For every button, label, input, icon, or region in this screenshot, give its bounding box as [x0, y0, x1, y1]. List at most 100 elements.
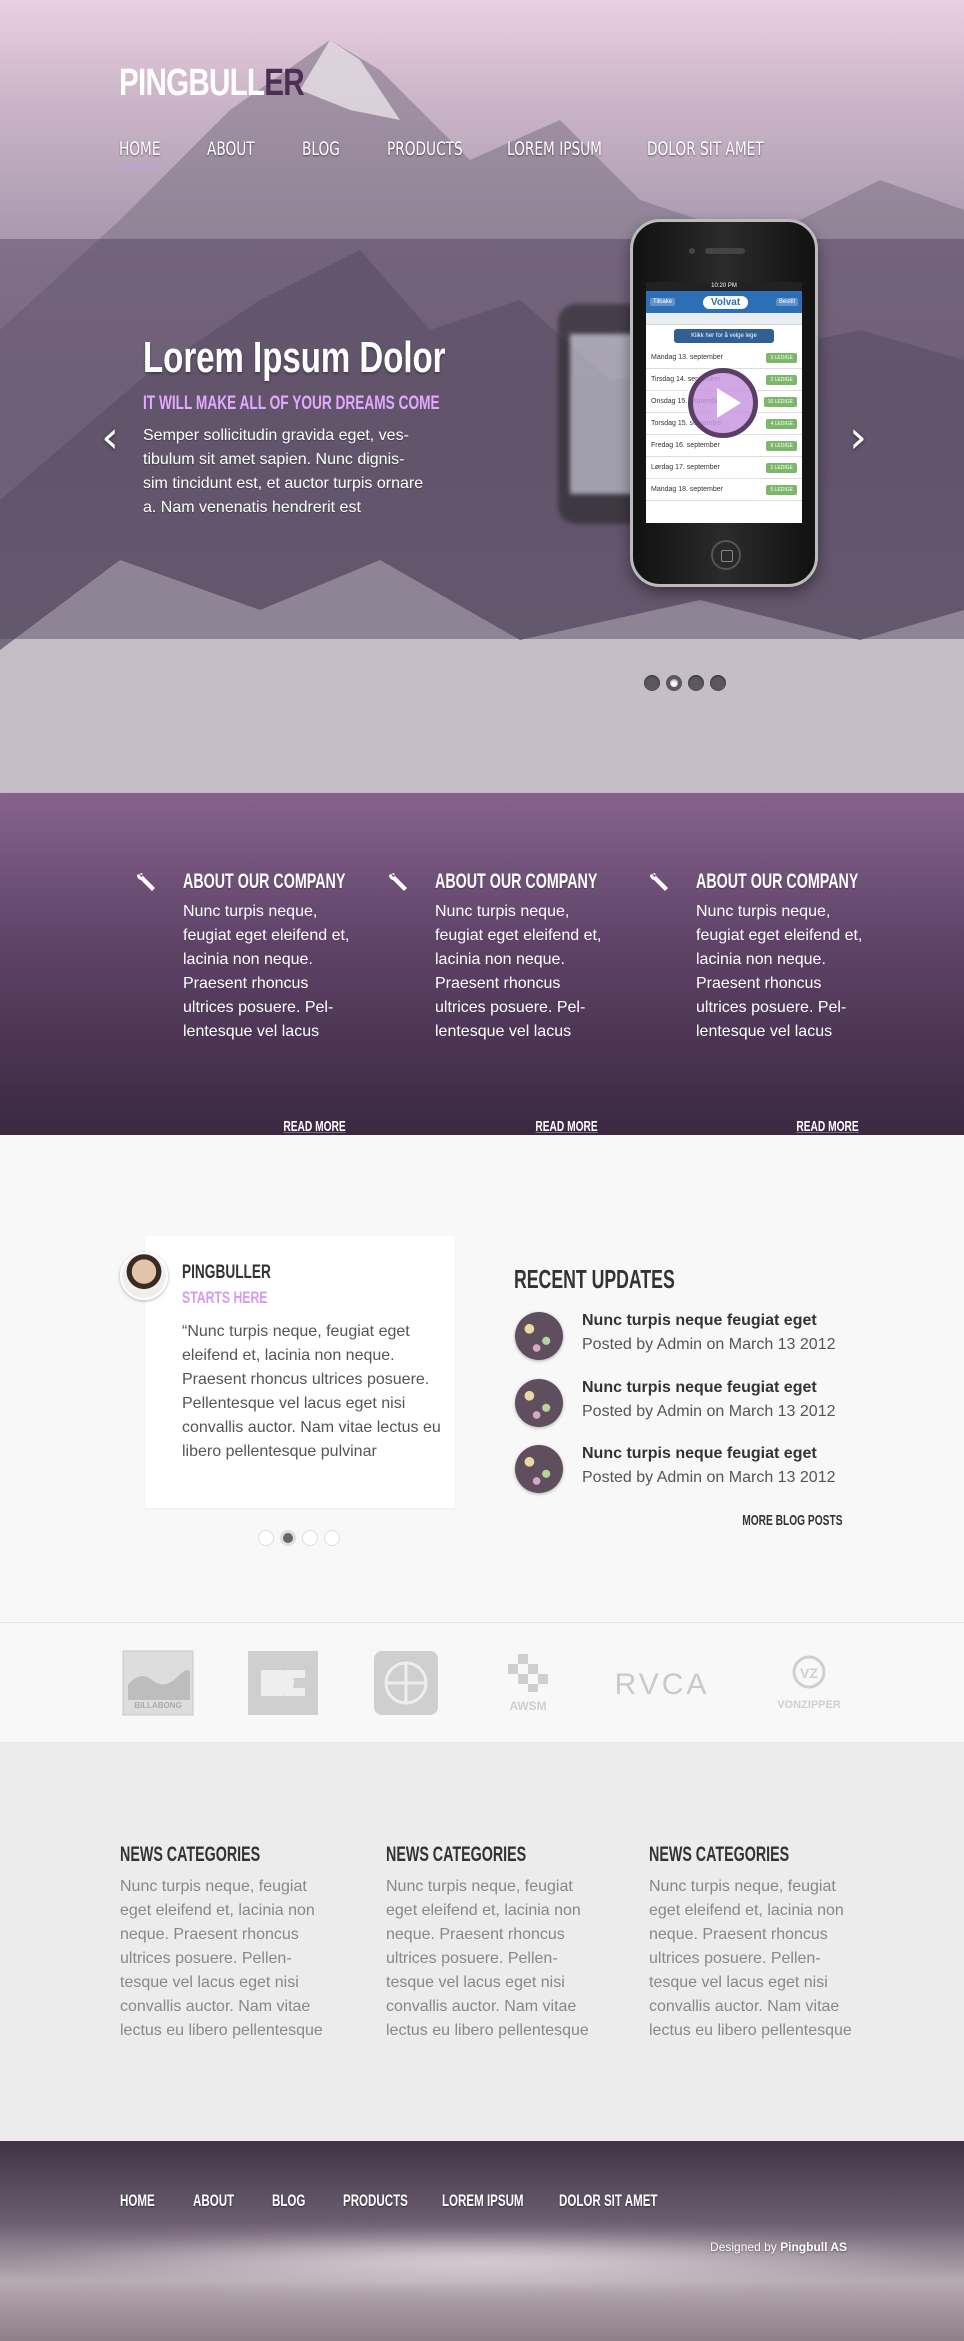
- news-title[interactable]: NEWS CATEGORIES: [120, 1843, 270, 1867]
- update-thumbnail[interactable]: [515, 1379, 563, 1427]
- phone-row-tag: 10 LEDIGE: [763, 396, 797, 407]
- chevron-right-icon[interactable]: ›: [843, 416, 873, 460]
- nav-item-dolor-sit-amet[interactable]: DOLOR SIT AMET: [647, 138, 764, 160]
- nav-item-blog[interactable]: BLOG: [302, 138, 340, 160]
- credit-name[interactable]: Pingbull AS: [780, 2240, 847, 2254]
- recent-updates-title: RECENT UPDATES: [514, 1264, 675, 1294]
- nav-item-home[interactable]: HOME: [119, 138, 161, 160]
- vonzipper-logo[interactable]: VZ VONZIPPER: [766, 1650, 852, 1716]
- footer-nav-blog[interactable]: BLOG: [272, 2191, 305, 2211]
- testimonial-dots: [258, 1530, 340, 1546]
- awsm-logo[interactable]: AWSM: [500, 1650, 556, 1716]
- nav-item-products[interactable]: PRODUCTS: [387, 138, 463, 160]
- phone-row-tag: 8 LEDIGE: [766, 440, 797, 451]
- news-title[interactable]: NEWS CATEGORIES: [386, 1843, 536, 1867]
- update-title[interactable]: Nunc turpis neque feugiat eget: [582, 1312, 817, 1330]
- read-more-link[interactable]: READ MORE: [284, 1118, 346, 1135]
- phone-row-label: Mandag 13. september: [651, 354, 723, 361]
- wrench-icon: [136, 873, 155, 891]
- features-section: ABOUT OUR COMPANY Nunc turpis neque, feu…: [0, 793, 964, 1135]
- feature-title: ABOUT OUR COMPANY: [435, 870, 598, 893]
- phone-back-btn: Tilbake: [650, 298, 676, 306]
- news-text: Nunc turpis neque, feugiat eget eleifend…: [120, 1878, 323, 2039]
- feature-block: ABOUT OUR COMPANY Nunc turpis neque, feu…: [136, 870, 358, 1135]
- feature-text: Nunc turpis neque, feugiat eget eleifend…: [696, 903, 863, 1040]
- testimonial-dot[interactable]: [302, 1530, 318, 1546]
- slide-subtitle: IT WILL MAKE ALL OF YOUR DREAMS COME: [143, 393, 440, 414]
- phone-select-btn: Klikk her for å velge lege: [674, 329, 774, 343]
- svg-text:VZ: VZ: [800, 1665, 818, 1681]
- rvca-logo[interactable]: RVCA: [608, 1650, 716, 1716]
- update-thumbnail[interactable]: [515, 1312, 563, 1360]
- footer-nav-about[interactable]: ABOUT: [193, 2191, 234, 2211]
- dc-logo[interactable]: [247, 1650, 319, 1716]
- phone-list-row: Mandag 18. september 5 LEDIGE: [646, 479, 802, 501]
- feature-title: ABOUT OUR COMPANY: [183, 870, 346, 893]
- update-title[interactable]: Nunc turpis neque feugiat eget: [582, 1379, 817, 1397]
- news-section: NEWS CATEGORIES Nunc turpis neque, feugi…: [0, 1743, 964, 2141]
- slide-text: Semper sollicitudin gravida eget, ves- t…: [143, 427, 424, 516]
- news-column: NEWS CATEGORIES Nunc turpis neque, feugi…: [386, 1843, 606, 2043]
- testimonial-dot[interactable]: [324, 1530, 340, 1546]
- feature-text: Nunc turpis neque, feugiat eget eleifend…: [435, 903, 602, 1040]
- news-text: Nunc turpis neque, feugiat eget eleifend…: [649, 1878, 852, 2039]
- testimonial-dot-active[interactable]: [280, 1530, 296, 1546]
- nav-item-about[interactable]: ABOUT: [207, 138, 255, 160]
- slider-dot-active[interactable]: [666, 675, 682, 691]
- element-logo[interactable]: [373, 1650, 439, 1716]
- phone-row-label: Fredag 16. september: [651, 442, 720, 449]
- wrench-icon: [388, 873, 407, 891]
- phone-brand: Volvat: [702, 295, 749, 309]
- play-icon[interactable]: [688, 368, 758, 438]
- phone-time: 10:20 PM: [646, 282, 802, 291]
- news-column: NEWS CATEGORIES Nunc turpis neque, feugi…: [120, 1843, 340, 2043]
- phone-list-row: Fredag 16. september 8 LEDIGE: [646, 435, 802, 457]
- billabong-logo[interactable]: BILLABONG: [122, 1650, 194, 1716]
- phone-list-row: Mandag 13. september 3 LEDIGE: [646, 347, 802, 369]
- more-blog-posts-link[interactable]: MORE BLOG POSTS: [743, 1512, 843, 1529]
- feature-block: ABOUT OUR COMPANY Nunc turpis neque, feu…: [649, 870, 871, 1135]
- testimonial-name: PINGBULLER: [182, 1262, 271, 1283]
- update-title[interactable]: Nunc turpis neque feugiat eget: [582, 1445, 817, 1463]
- feature-text: Nunc turpis neque, feugiat eget eleifend…: [183, 903, 350, 1040]
- brand-logos-strip: BILLABONG AWSM RVCA VZ VONZIPPER: [0, 1622, 964, 1743]
- testimonial-quote: “Nunc turpis neque, feugiat eget eleifen…: [182, 1323, 441, 1460]
- feature-title: ABOUT OUR COMPANY: [696, 870, 859, 893]
- credit-prefix: Designed by: [710, 2240, 777, 2254]
- phone-row-tag: 2 LEDIGE: [766, 374, 797, 385]
- avatar: [120, 1252, 168, 1300]
- footer-nav-home[interactable]: HOME: [120, 2191, 155, 2211]
- svg-text:VONZIPPER: VONZIPPER: [777, 1699, 841, 1711]
- phone-row-tag: 5 LEDIGE: [766, 484, 797, 495]
- slider-dots: [644, 675, 726, 691]
- news-title[interactable]: NEWS CATEGORIES: [649, 1843, 799, 1867]
- site-logo[interactable]: PINGBULLER: [119, 62, 305, 105]
- nav-item-lorem-ipsum[interactable]: LOREM IPSUM: [507, 138, 602, 160]
- footer-nav-dolor-sit-amet[interactable]: DOLOR SIT AMET: [559, 2191, 657, 2211]
- wrench-icon: [649, 873, 668, 891]
- testimonial-dot[interactable]: [258, 1530, 274, 1546]
- svg-text:RVCA: RVCA: [615, 1668, 710, 1701]
- phone-row-tag: 4 LEDIGE: [766, 418, 797, 429]
- phone-home-button: [711, 540, 741, 570]
- slider-dot[interactable]: [688, 675, 704, 691]
- slide-title: Lorem Ipsum Dolor: [143, 333, 446, 382]
- nav-active-indicator: [119, 165, 156, 167]
- update-thumbnail[interactable]: [515, 1445, 563, 1493]
- update-meta: Posted by Admin on March 13 2012: [582, 1469, 836, 1486]
- phone-row-label: Lørdag 17. september: [651, 464, 720, 471]
- phone-row-tag: 3 LEDIGE: [766, 352, 797, 363]
- chevron-left-icon[interactable]: ‹: [95, 416, 125, 460]
- slider-dot[interactable]: [710, 675, 726, 691]
- phone-list-row: Lørdag 17. september 1 LEDIGE: [646, 457, 802, 479]
- slider-dot[interactable]: [644, 675, 660, 691]
- feature-block: ABOUT OUR COMPANY Nunc turpis neque, feu…: [388, 870, 610, 1135]
- news-column: NEWS CATEGORIES Nunc turpis neque, feugi…: [649, 1843, 869, 2043]
- designer-credit: Designed by Pingbull AS: [710, 2240, 847, 2254]
- footer-nav-lorem-ipsum[interactable]: LOREM IPSUM: [442, 2191, 524, 2211]
- read-more-link[interactable]: READ MORE: [797, 1118, 859, 1135]
- read-more-link[interactable]: READ MORE: [536, 1118, 598, 1135]
- testimonial-subtitle: STARTS HERE: [182, 1288, 268, 1307]
- svg-text:AWSM: AWSM: [509, 1699, 546, 1713]
- footer-nav-products[interactable]: PRODUCTS: [343, 2191, 408, 2211]
